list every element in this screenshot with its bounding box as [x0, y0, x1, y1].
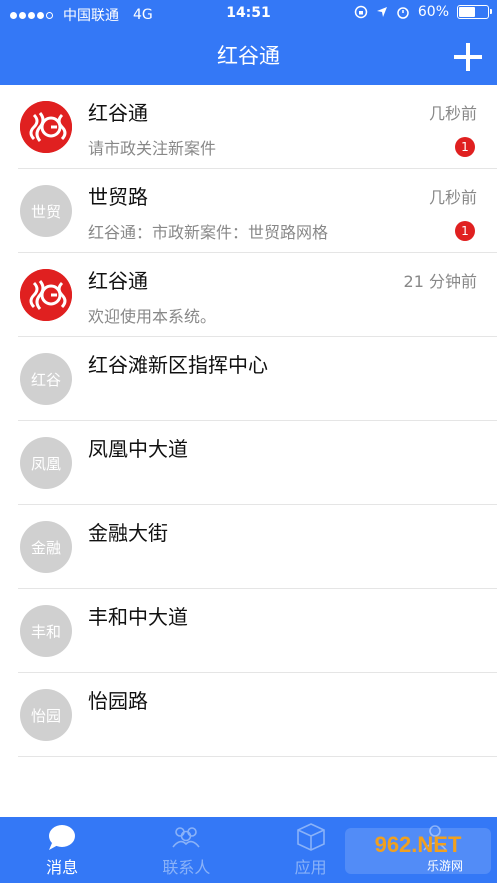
conversation-name: 红谷通 [88, 101, 148, 125]
alarm-icon [397, 7, 409, 19]
conversation-preview: 红谷通：市政新案件：世贸路网格 [88, 223, 329, 242]
conversation-list: 红谷通 请市政关注新案件 几秒前 1 世贸 世贸路 红谷通：市政新案件：世贸路网格 几秒前 1 红… [0, 85, 497, 757]
page-title: 红谷通 [217, 44, 280, 68]
conversation-name: 怡园路 [88, 689, 148, 713]
conversation-name: 世贸路 [88, 185, 148, 209]
site-watermark-logo: 962.NET 乐游网 [345, 828, 491, 874]
avatar: 怡园 [20, 689, 72, 741]
conversation-row[interactable]: 凤凰 凤凰中大道 [18, 421, 497, 505]
unread-badge: 1 [455, 137, 475, 157]
svg-text:962.NET: 962.NET [375, 832, 462, 857]
avatar: 世贸 [20, 185, 72, 237]
contacts-icon [124, 823, 248, 851]
conversation-time: 几秒前 [428, 104, 477, 123]
battery-percent: 60% [417, 4, 449, 20]
conversation-row[interactable]: 红谷通欢迎使用本系统。 21 分钟前 [18, 253, 497, 337]
status-bar: 中国联通 4G 14:51 60% [0, 0, 497, 28]
chat-bubble-icon [0, 823, 124, 851]
conversation-name: 金融大街 [88, 521, 168, 545]
conversation-name: 凤凰中大道 [88, 437, 188, 461]
conversation-row[interactable]: 红谷 红谷滩新区指挥中心 [18, 337, 497, 421]
avatar: 丰和 [20, 605, 72, 657]
conversation-name: 丰和中大道 [88, 605, 188, 629]
unread-badge: 1 [455, 221, 475, 241]
app-header: 红谷通 [0, 28, 497, 85]
avatar: 凤凰 [20, 437, 72, 489]
app-logo-avatar [20, 101, 72, 153]
conversation-preview: 请市政关注新案件 [88, 139, 217, 158]
tab-contacts[interactable]: 联系人 [124, 817, 248, 883]
conversation-row[interactable]: 怡园 怡园路 [18, 673, 497, 757]
avatar: 金融 [20, 521, 72, 573]
status-right: 60% [354, 4, 492, 20]
conversation-name: 红谷滩新区指挥中心 [88, 353, 268, 377]
conversation-row[interactable]: 金融 金融大街 [18, 505, 497, 589]
svg-text:乐游网: 乐游网 [427, 859, 463, 873]
add-button[interactable] [453, 42, 483, 72]
rotation-lock-icon [354, 5, 368, 19]
conversation-time: 21 分钟前 [403, 272, 477, 291]
conversation-preview: 欢迎使用本系统。 [88, 307, 217, 326]
tab-label: 联系人 [162, 858, 211, 877]
avatar: 红谷 [20, 353, 72, 405]
tab-label: 消息 [46, 858, 79, 877]
location-icon [376, 7, 387, 17]
tab-messages[interactable]: 消息 [0, 817, 124, 883]
conversation-row[interactable]: 世贸 世贸路红谷通：市政新案件：世贸路网格 几秒前 1 [18, 169, 497, 253]
app-logo-avatar [20, 269, 72, 321]
battery-icon [457, 5, 492, 19]
conversation-name: 红谷通 [88, 269, 148, 293]
conversation-row[interactable]: 红谷通请市政关注新案件 几秒前 1 [18, 85, 497, 169]
conversation-row[interactable]: 丰和 丰和中大道 [18, 589, 497, 673]
conversation-time: 几秒前 [428, 188, 477, 207]
